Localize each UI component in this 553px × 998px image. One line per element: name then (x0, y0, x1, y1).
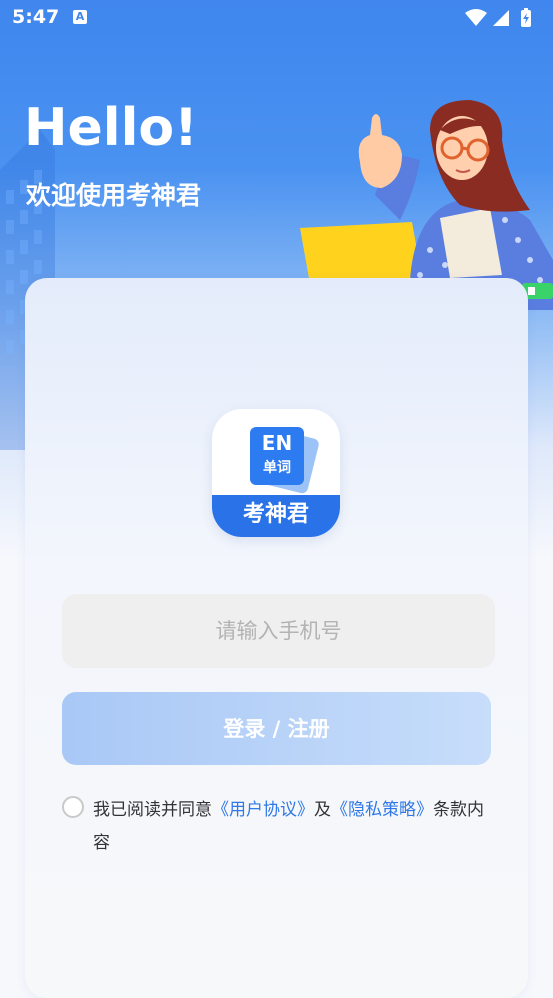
hero-subtitle: 欢迎使用考神君 (26, 181, 202, 210)
battery-charging-icon (521, 8, 531, 27)
status-icons (465, 8, 531, 27)
logo-en-text: EN (261, 431, 293, 455)
privacy-policy-link[interactable]: 《隐私策略》 (331, 800, 433, 820)
cellular-signal-icon (493, 10, 509, 26)
agreement-text: 我已阅读并同意《用户协议》及《隐私策略》条款内容 (93, 794, 493, 860)
logo-cn-text: 单词 (263, 460, 291, 476)
agreement-prefix: 我已阅读并同意 (93, 800, 212, 820)
status-time: 5:47 (12, 6, 60, 28)
app-logo: EN 单词 考神君 (212, 409, 340, 537)
agreement-checkbox[interactable] (62, 796, 84, 818)
hero-title: Hello! (24, 98, 198, 158)
phone-number-input[interactable] (62, 594, 495, 668)
login-register-button[interactable]: 登录 / 注册 (62, 692, 491, 765)
user-agreement-link[interactable]: 《用户协议》 (212, 800, 314, 820)
agreement-and: 及 (314, 800, 331, 820)
wifi-icon (465, 9, 487, 26)
a-notification-icon: A (73, 10, 87, 24)
logo-brand-name: 考神君 (212, 495, 340, 537)
status-bar: 5:47 A (0, 0, 553, 36)
